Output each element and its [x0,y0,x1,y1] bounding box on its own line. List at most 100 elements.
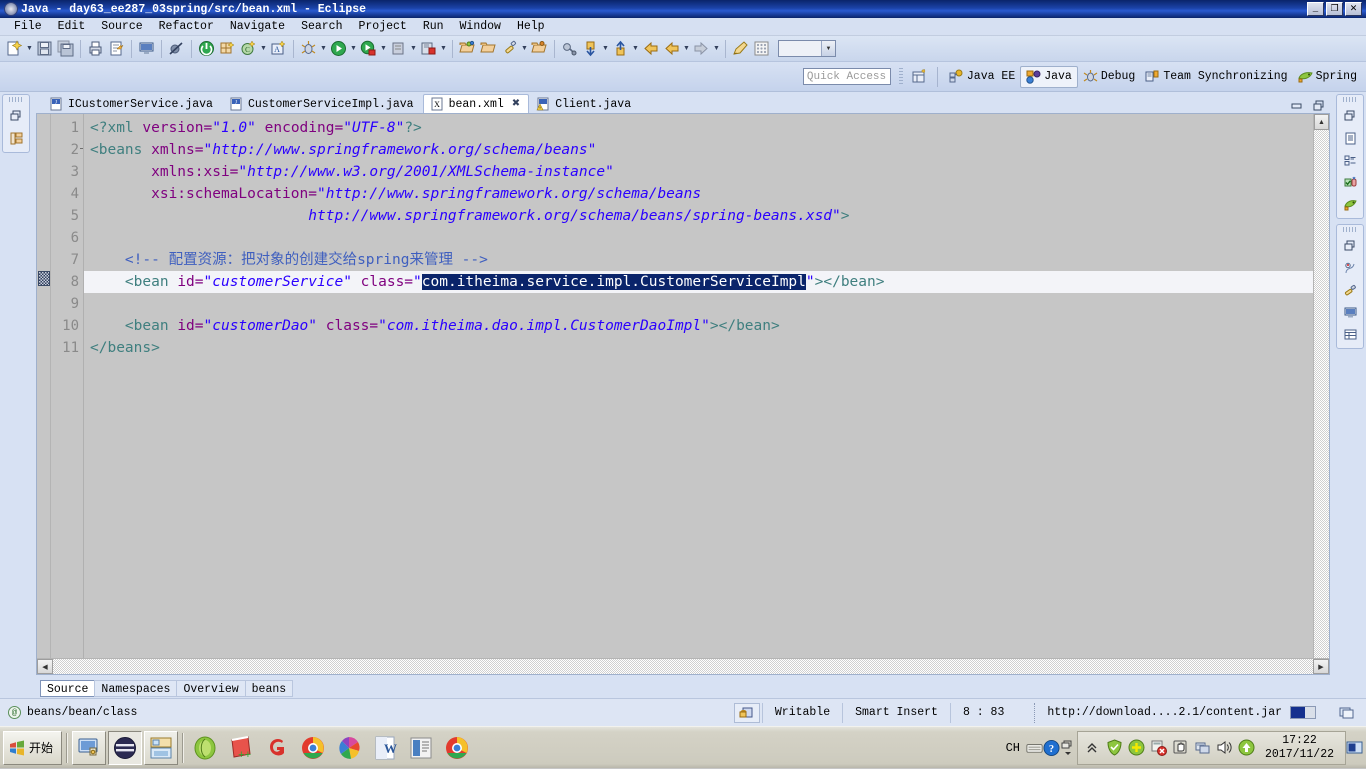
eclipse-window-icon[interactable] [108,730,143,765]
toolbar-combo-input[interactable]: ▼ [778,40,836,57]
chevron-down-icon[interactable]: ▼ [821,41,835,56]
terminate-icon[interactable] [196,38,217,59]
run-icon[interactable] [328,38,349,59]
new-java-package-icon[interactable] [217,38,238,59]
code-line-10[interactable]: <bean id="customerDao" class="com.itheim… [84,315,1329,337]
word-icon[interactable]: W [368,731,402,765]
close-icon[interactable]: ✖ [512,98,520,110]
quick-access-input[interactable]: Quick Access [802,68,891,85]
scroll-left-arrow[interactable]: ◀ [37,659,53,674]
open-type-icon[interactable] [457,38,478,59]
view-stack-grip[interactable] [1343,97,1357,102]
problems-icon[interactable] [1339,257,1361,279]
code-line-8[interactable]: <bean id="customerService" class="com.it… [84,271,1329,293]
code-line-4[interactable]: xsi:schemaLocation="http://www.springfra… [84,183,1329,205]
perspective-java-ee[interactable]: Java EE [944,66,1020,88]
perspective-debug[interactable]: Debug [1078,66,1141,88]
next-annotation-dropdown-arrow[interactable]: ▼ [601,38,610,59]
file-explorer-icon[interactable] [144,730,179,765]
status-progress-view-icon[interactable] [1334,703,1360,723]
window-close-button[interactable]: ✕ [1345,2,1362,16]
editor-page-tab-source[interactable]: Source [40,679,96,697]
menu-navigate[interactable]: Navigate [222,19,293,34]
link-editor-icon[interactable] [559,38,580,59]
export-icon[interactable] [106,38,127,59]
debug-dropdown-arrow[interactable]: ▼ [319,38,328,59]
new-class-icon[interactable]: C [238,38,259,59]
status-download-task[interactable]: http://download....2.1/content.jar [1034,702,1328,723]
editor-tab-customerserviceimpl-java[interactable]: J CustomerServiceImpl.java [222,94,423,114]
start-button[interactable]: 开始 [3,730,63,765]
forward-back-dropdown-arrow[interactable]: ▼ [682,38,691,59]
editor-page-tab-namespaces[interactable]: Namespaces [94,679,178,697]
navicat-icon[interactable] [188,731,222,765]
save-all-icon[interactable] [55,38,76,59]
reader-icon[interactable] [404,731,438,765]
editor-tab-client-java[interactable]: Client.java [529,94,640,114]
hand-icon[interactable] [1172,739,1189,756]
open-perspective-icon[interactable] [909,67,931,87]
window-maximize-button[interactable]: ❐ [1326,2,1343,16]
restore-view-icon[interactable] [1339,235,1361,257]
save-icon[interactable] [34,38,55,59]
package-explorer-icon[interactable] [5,127,27,149]
new-annotation-icon[interactable]: A [268,38,289,59]
pencil-icon[interactable] [730,38,751,59]
restore-view-icon[interactable] [5,105,27,127]
volume-icon[interactable] [1216,739,1233,756]
forward-dropdown-arrow[interactable]: ▼ [712,38,721,59]
editor-tab-icustomerservice-java[interactable]: J ICustomerService.java [42,94,222,114]
back-icon[interactable] [640,38,661,59]
console-icon[interactable] [136,38,157,59]
menu-search[interactable]: Search [293,19,350,34]
menu-file[interactable]: File [6,19,50,34]
window-minimize-button[interactable]: _ [1307,2,1324,16]
new-wizard-dropdown-arrow[interactable]: ▼ [25,38,34,59]
notepadpp-icon[interactable]: ++ [224,731,258,765]
open-resource-icon[interactable] [529,38,550,59]
forward-icon[interactable] [691,38,712,59]
code-line-11[interactable]: </beans> [84,337,1329,359]
editor-horizontal-scrollbar[interactable]: ◀ ▶ [37,658,1329,674]
horizontal-scroll-track[interactable] [53,659,1313,674]
scroll-up-arrow[interactable]: ▲ [1314,114,1329,130]
chrome-canary-icon[interactable] [332,731,366,765]
editor-page-tab-beans[interactable]: beans [244,679,294,697]
code-line-3[interactable]: xmlns:xsi="http://www.w3.org/2001/XMLSch… [84,161,1329,183]
junit-icon[interactable] [1339,171,1361,193]
scroll-right-arrow[interactable]: ▶ [1313,659,1329,674]
chrome2-icon[interactable] [440,731,474,765]
menu-source[interactable]: Source [93,19,150,34]
update-icon[interactable] [1238,739,1255,756]
new-wizard-icon[interactable] [4,38,25,59]
view-stack-grip[interactable] [1343,227,1357,232]
shield-icon[interactable] [1106,739,1123,756]
javadoc-icon[interactable] [1339,279,1361,301]
search-dropdown-arrow[interactable]: ▼ [520,38,529,59]
run-external-tools-dropdown-arrow[interactable]: ▼ [379,38,388,59]
spring-explorer-icon[interactable] [1339,193,1361,215]
menu-refactor[interactable]: Refactor [151,19,222,34]
editor-code-pane[interactable]: <?xml version="1.0" encoding="UTF-8"?> <b… [83,114,1329,674]
show-desktop-icon[interactable] [72,730,107,765]
search-icon[interactable] [499,38,520,59]
code-line-1[interactable]: <?xml version="1.0" encoding="UTF-8"?> [84,117,1329,139]
new-class-dropdown-arrow[interactable]: ▼ [259,38,268,59]
editor-page-tab-overview[interactable]: Overview [176,679,246,697]
open-task-icon[interactable] [478,38,499,59]
show-desktop-button[interactable] [1346,740,1364,756]
grid-icon[interactable] [751,38,772,59]
code-line-9[interactable] [84,293,1329,315]
debug-icon[interactable] [298,38,319,59]
editor-maximize-button[interactable] [1310,98,1326,112]
flag-remove-icon[interactable] [1150,739,1167,756]
plus-green-icon[interactable] [1128,739,1145,756]
task-list-icon[interactable] [1339,149,1361,171]
code-line-2[interactable]: <beans xmlns="http://www.springframework… [84,139,1329,161]
chevron-up-icon[interactable] [1084,739,1101,756]
coverage-dropdown-arrow[interactable]: ▼ [409,38,418,59]
toolbar-grip[interactable] [898,67,903,86]
status-lock-icon[interactable] [733,702,760,723]
forward-back-icon[interactable] [661,38,682,59]
perspective-spring[interactable]: Spring [1293,66,1362,88]
